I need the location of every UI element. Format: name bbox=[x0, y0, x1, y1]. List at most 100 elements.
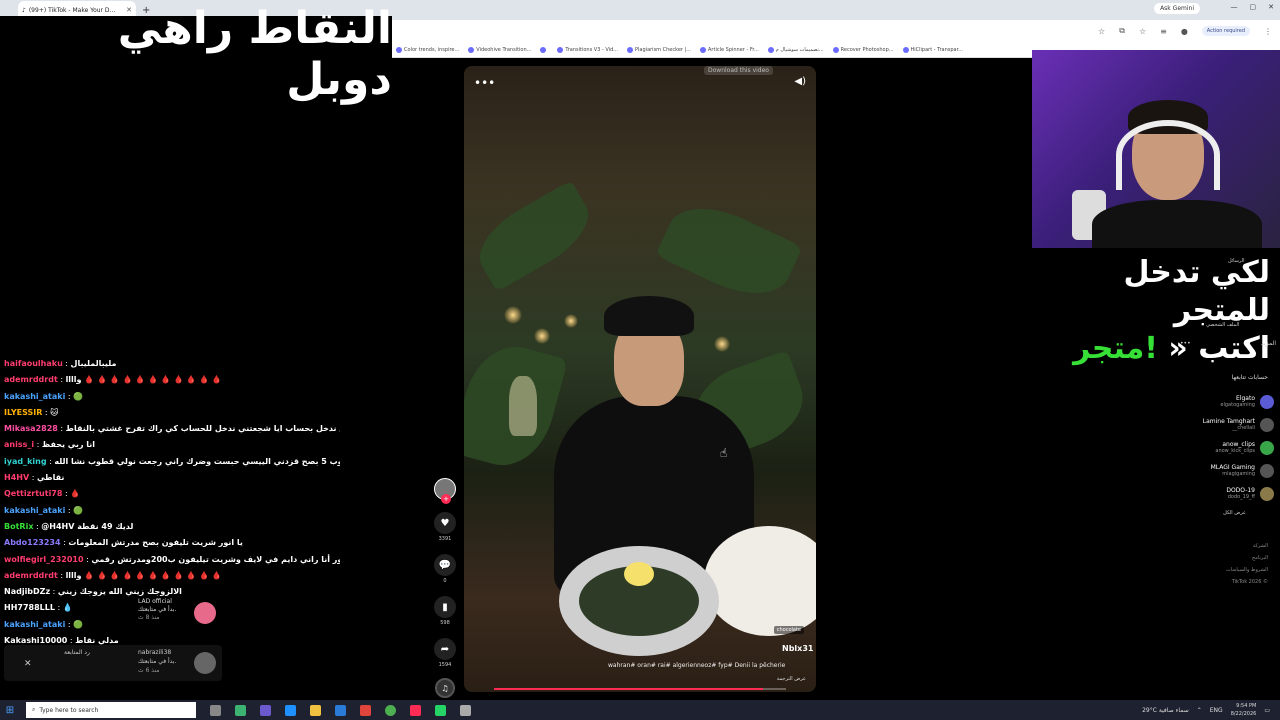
star-icon[interactable]: ☆ bbox=[1098, 27, 1105, 36]
store-promo-overlay: لكي تدخل للمتجر اكتب « !متجر bbox=[1030, 254, 1270, 368]
more-options-icon[interactable]: ••• bbox=[474, 76, 495, 90]
save-count: 598 bbox=[440, 620, 450, 626]
lamp-light bbox=[714, 336, 730, 352]
chat-message: Mikasa2828 : ديما تتفرج عليك مي مكنتش ند… bbox=[4, 421, 340, 437]
chat-username[interactable]: ademrddrdt bbox=[4, 571, 58, 580]
chat-separator: : bbox=[42, 407, 51, 417]
see-translation-link[interactable]: عرض الترجمة bbox=[777, 676, 806, 682]
following-item[interactable]: Lamine Tamghart __chellali bbox=[1170, 413, 1274, 436]
bookmark-item[interactable]: Transitions V3 - Vid... bbox=[557, 46, 618, 53]
chat-username[interactable]: Qettizrtuti78 bbox=[4, 489, 62, 498]
video-username[interactable]: Nblx31 bbox=[782, 644, 813, 653]
sidebar-profile[interactable]: الملف الشخصي bbox=[1206, 322, 1239, 328]
sound-icon[interactable]: ◀) bbox=[794, 76, 806, 87]
bookmark-item[interactable]: تصميمات سوشيال م... bbox=[767, 46, 824, 53]
app-icon[interactable] bbox=[360, 704, 371, 716]
browser-toolbar: ☆ ⧉ ☆ ≡ ● Action required ⋮ bbox=[392, 20, 1280, 42]
bookmark-item[interactable]: Recover Photoshop... bbox=[832, 46, 894, 53]
chat-username[interactable]: haifaoulhaku bbox=[4, 359, 63, 368]
lang-indicator[interactable]: ENG bbox=[1210, 707, 1223, 714]
app-icon[interactable] bbox=[460, 704, 471, 716]
footer-link[interactable]: الشروط والسياسات bbox=[1170, 564, 1268, 576]
bookmark-item[interactable]: Videohive Transition... bbox=[468, 46, 531, 53]
following-item[interactable]: anow_clips anow_kick_clips bbox=[1170, 436, 1274, 459]
chat-username[interactable]: aniss_i bbox=[4, 440, 34, 449]
chat-username[interactable]: BotRix bbox=[4, 522, 33, 531]
chat-username[interactable]: wolfiegirl_232010 bbox=[4, 555, 84, 564]
headset bbox=[1116, 120, 1220, 190]
footer-link[interactable]: البرنامج bbox=[1170, 552, 1268, 564]
close-window-icon[interactable]: ✕ bbox=[1268, 3, 1274, 11]
bookmark-icon[interactable]: ☆ bbox=[1139, 27, 1146, 36]
following-handle: __chellali bbox=[1232, 425, 1255, 431]
bookmark-item[interactable]: Article Spinner - Fr... bbox=[700, 46, 759, 53]
following-item[interactable]: Elgato elgatogaming bbox=[1170, 390, 1274, 413]
extensions-icon[interactable]: ⧉ bbox=[1119, 26, 1125, 36]
follow-plus-icon[interactable]: + bbox=[441, 494, 451, 504]
tiktok-video-player[interactable]: Download this video ••• ◀) chocolate Nbl… bbox=[464, 66, 816, 692]
download-video-banner[interactable]: Download this video bbox=[704, 66, 773, 75]
chat-message: Qettizrtuti78 : 🩸 bbox=[4, 486, 340, 502]
app-icon[interactable] bbox=[260, 704, 271, 716]
bookmark-item[interactable]: Plagiarism Checker |... bbox=[627, 46, 691, 53]
see-all-link[interactable]: عرض الكل bbox=[1170, 510, 1246, 516]
bookmark-item[interactable]: HiClipart - Transpar... bbox=[902, 46, 963, 53]
profile-avatar[interactable]: ● bbox=[1181, 27, 1188, 36]
bookmark-item[interactable] bbox=[540, 46, 548, 53]
following-item[interactable]: MLAGI Gaming mlagigaming bbox=[1170, 459, 1274, 482]
windows-start-icon[interactable]: ⊞ bbox=[0, 705, 20, 716]
minimize-icon[interactable]: — bbox=[1231, 3, 1238, 11]
screen: ♪ (99+) TikTok - Make Your D... ✕ + Ask … bbox=[0, 0, 1280, 720]
action-required-button[interactable]: Action required bbox=[1201, 26, 1250, 36]
weather-widget[interactable]: 29°C سماء صافية bbox=[1142, 707, 1189, 714]
creator-avatar[interactable]: + bbox=[434, 478, 456, 504]
following-item[interactable]: DODO-19 dodo_19_ff bbox=[1170, 482, 1274, 505]
store-promo-line1: لكي تدخل للمتجر bbox=[1123, 255, 1271, 328]
like-heart-icon[interactable]: ♥ bbox=[434, 512, 456, 534]
chat-username[interactable]: kakashi_ataki bbox=[4, 392, 65, 401]
mail-icon[interactable] bbox=[335, 704, 346, 716]
share-arrow-icon[interactable]: ➦ bbox=[434, 638, 456, 660]
notification-center-icon[interactable]: ▭ bbox=[1264, 707, 1270, 714]
edge-icon[interactable] bbox=[285, 704, 296, 716]
footer-link[interactable]: الشركة bbox=[1170, 540, 1268, 552]
chat-username[interactable]: Mikasa2828 bbox=[4, 424, 58, 433]
follow-notification[interactable]: LAD official بدأ في متابعتك. منذ 8 ث bbox=[134, 596, 222, 626]
chrome-icon[interactable] bbox=[385, 704, 396, 716]
kebab-menu-icon[interactable]: ⋮ bbox=[1264, 27, 1272, 36]
whatsapp-icon[interactable] bbox=[435, 704, 446, 716]
sidebar-messages[interactable]: الرسائل bbox=[1228, 258, 1245, 264]
music-disc-icon[interactable]: ♫ bbox=[435, 678, 455, 698]
tray-overflow-icon[interactable]: ⌃ bbox=[1197, 707, 1202, 714]
ask-gemini-button[interactable]: Ask Gemini bbox=[1154, 3, 1200, 14]
bookmark-item[interactable]: Color trends, inspire... bbox=[396, 46, 459, 53]
menu-list-icon[interactable]: ≡ bbox=[1160, 27, 1167, 36]
chat-text: @H4HV لديك 49 نقطة bbox=[41, 521, 134, 531]
notification-avatar bbox=[194, 652, 216, 674]
chat-username[interactable]: Abdo123234 bbox=[4, 538, 61, 547]
chat-username[interactable]: NadjibDZz bbox=[4, 587, 50, 596]
clock[interactable]: 9:54 PM 8/22/2026 bbox=[1231, 702, 1257, 718]
chat-username[interactable]: Kakashi10000 bbox=[4, 636, 67, 645]
follow-back-button[interactable]: رد المتابعة bbox=[64, 649, 90, 656]
close-notification-icon[interactable]: ✕ bbox=[24, 659, 32, 669]
app-icon[interactable] bbox=[235, 704, 246, 716]
video-progress-bar[interactable] bbox=[494, 688, 786, 690]
chat-username[interactable]: ILYESSIR bbox=[4, 408, 42, 417]
maximize-icon[interactable]: ▢ bbox=[1250, 3, 1257, 11]
sidebar-more-row[interactable]: المزيد ••• bbox=[1180, 340, 1276, 347]
tiktok-icon[interactable] bbox=[410, 704, 421, 716]
comment-icon[interactable]: 💬 bbox=[434, 554, 456, 576]
taskbar-search[interactable]: ⌕ Type here to search bbox=[26, 702, 196, 718]
follow-notification[interactable]: ✕ رد المتابعة nabrazili38 بدأ في متابعتك… bbox=[4, 645, 222, 681]
chat-username[interactable]: kakashi_ataki bbox=[4, 620, 65, 629]
chat-username[interactable]: ademrddrdt bbox=[4, 375, 58, 384]
chat-username[interactable]: H4HV bbox=[4, 473, 29, 482]
chat-username[interactable]: iyad_king bbox=[4, 457, 47, 466]
bookmark-save-icon[interactable]: ▮ bbox=[434, 596, 456, 618]
file-explorer-icon[interactable] bbox=[310, 704, 321, 716]
chat-username[interactable]: kakashi_ataki bbox=[4, 506, 65, 515]
chat-username[interactable]: HH7788LLL bbox=[4, 603, 55, 612]
chat-text: واااا 🩸 🩸 🩸 🩸 🩸 🩸 🩸 🩸 🩸 🩸 🩸 bbox=[65, 375, 222, 385]
task-view-icon[interactable] bbox=[210, 704, 221, 716]
